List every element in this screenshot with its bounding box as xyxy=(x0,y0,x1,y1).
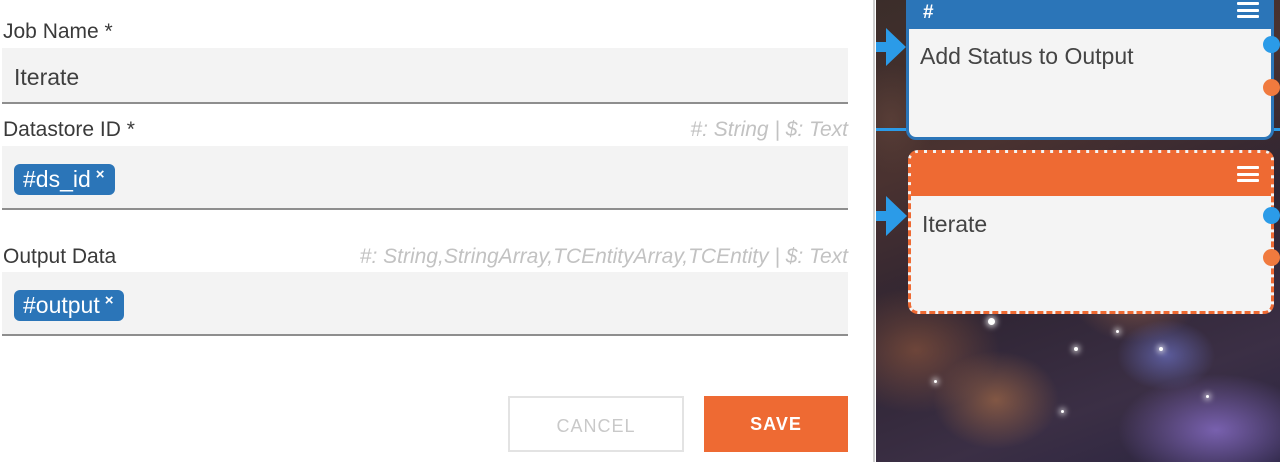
job-form: Job Name * Iterate Datastore ID * #: Str… xyxy=(0,0,860,462)
chip-remove-icon[interactable]: × xyxy=(96,166,105,183)
node-header xyxy=(911,153,1271,196)
datastore-id-field[interactable]: #ds_id × xyxy=(2,146,848,210)
node-header: # xyxy=(909,0,1271,29)
node-type-symbol: # xyxy=(923,2,934,23)
datastore-id-type-hint: #: String | $: Text xyxy=(690,118,848,141)
job-name-field[interactable]: Iterate xyxy=(2,48,848,104)
node-title: Add Status to Output xyxy=(920,43,1134,69)
output-data-chip[interactable]: #output × xyxy=(14,290,124,321)
output-data-label: Output Data xyxy=(3,245,117,268)
job-name-label: Job Name * xyxy=(3,20,113,43)
star xyxy=(934,380,937,383)
star xyxy=(1116,330,1119,333)
arrow-right-icon xyxy=(876,28,906,66)
arrow-right-icon xyxy=(876,196,907,236)
datastore-id-chip[interactable]: #ds_id × xyxy=(14,164,115,195)
star xyxy=(1074,347,1078,351)
cancel-button[interactable]: CANCEL xyxy=(508,396,684,452)
output-port[interactable] xyxy=(1263,79,1280,96)
output-port[interactable] xyxy=(1263,249,1280,266)
workflow-node[interactable]: # Add Status to Output xyxy=(906,0,1274,140)
star xyxy=(1061,410,1064,413)
input-port[interactable] xyxy=(1263,36,1280,53)
input-port[interactable] xyxy=(1263,207,1280,224)
output-data-type-hint: #: String,StringArray,TCEntityArray,TCEn… xyxy=(359,245,848,268)
star xyxy=(1159,347,1163,351)
menu-icon[interactable] xyxy=(1237,2,1259,18)
datastore-id-label: Datastore ID * xyxy=(3,118,135,141)
menu-icon[interactable] xyxy=(1237,166,1259,182)
connection-line xyxy=(876,128,908,131)
node-title: Iterate xyxy=(922,211,988,237)
datastore-id-chip-label: #ds_id xyxy=(23,166,91,192)
workflow-node-selected[interactable]: Iterate xyxy=(908,150,1274,314)
output-data-field[interactable]: #output × xyxy=(2,272,848,336)
chip-remove-icon[interactable]: × xyxy=(105,292,114,309)
workflow-canvas[interactable]: # Add Status to Output Iterate xyxy=(876,0,1280,462)
panel-divider xyxy=(860,0,875,462)
star xyxy=(988,318,995,325)
star xyxy=(1206,395,1209,398)
job-name-value[interactable]: Iterate xyxy=(14,64,79,91)
save-button[interactable]: SAVE xyxy=(704,396,848,452)
output-data-chip-label: #output xyxy=(23,292,100,318)
